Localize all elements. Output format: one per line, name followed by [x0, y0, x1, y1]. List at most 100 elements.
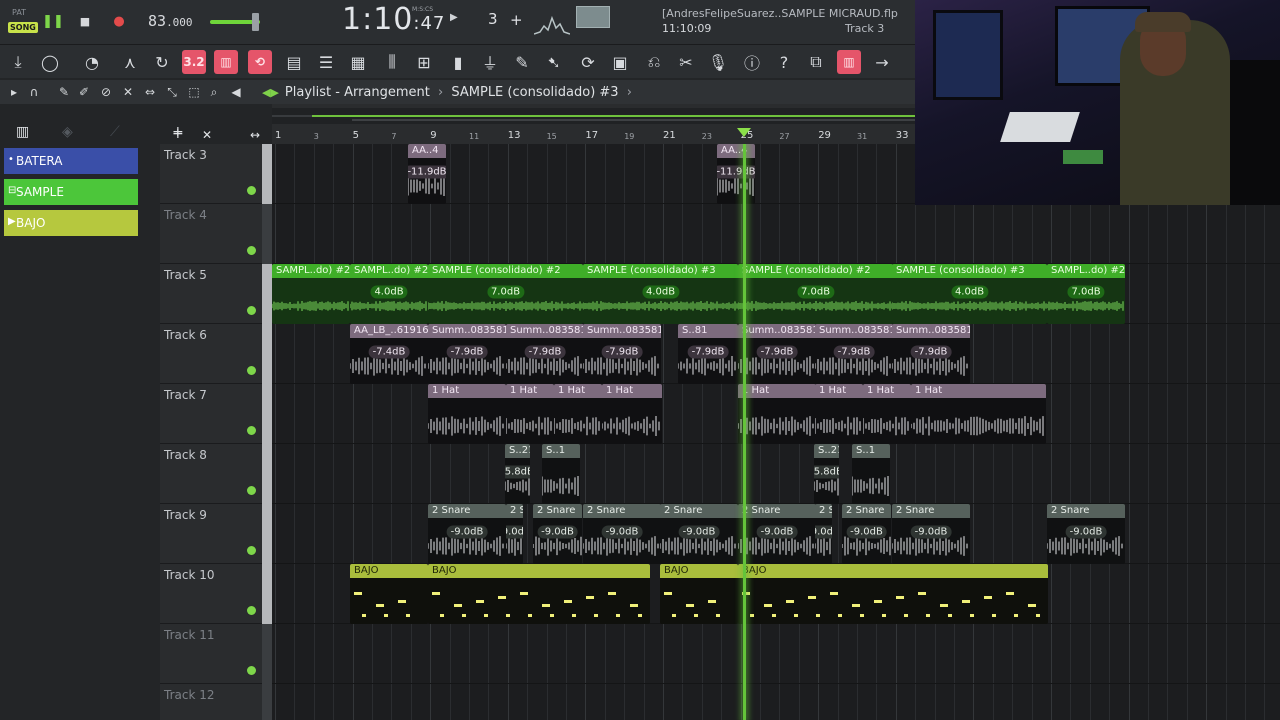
- wait-icon[interactable]: ⋏: [118, 50, 142, 74]
- slip-icon[interactable]: ⇔: [142, 84, 158, 100]
- clip-track9[interactable]: 2 Snare -9.0dB: [428, 504, 506, 564]
- track-lane[interactable]: [272, 684, 1280, 720]
- record-button[interactable]: ●: [110, 12, 128, 30]
- delete-icon[interactable]: ⊘: [98, 84, 114, 100]
- track-name[interactable]: Track 12: [164, 688, 214, 702]
- next-icon[interactable]: →: [870, 50, 894, 74]
- add-track-icon[interactable]: +: [172, 126, 184, 142]
- cut-icon[interactable]: ✂: [674, 50, 698, 74]
- clip-track9[interactable]: 2 Snare -9.0dB: [533, 504, 582, 564]
- clip-track9[interactable]: 2 Snare -9.0dB: [815, 504, 832, 564]
- playhead[interactable]: [743, 144, 746, 720]
- plug-icon[interactable]: ⏚: [478, 50, 502, 74]
- close-icon[interactable]: ✕: [202, 128, 212, 142]
- playlist-grid[interactable]: AA..4 -11.9dB AA..4 -11.9dB SAMPL..do) #2 SAM…: [272, 144, 1280, 720]
- select-icon[interactable]: ⬚: [186, 84, 202, 100]
- track-resize-grip[interactable]: [262, 444, 272, 504]
- track-resize-grip[interactable]: [262, 264, 272, 324]
- clip-track8[interactable]: S..21 -5.8dB: [814, 444, 839, 504]
- save-icon[interactable]: ▣: [608, 50, 632, 74]
- clip-track7[interactable]: 1 Hat: [738, 384, 816, 444]
- clip-track9[interactable]: 2 Snare -9.0dB: [660, 504, 738, 564]
- clip-track10[interactable]: BAJO: [660, 564, 738, 624]
- clip-track9[interactable]: 2 Snare -9.0dB: [842, 504, 891, 564]
- clip-track9[interactable]: 2 Snare -9.0dB: [1047, 504, 1125, 564]
- metronome-icon[interactable]: ◯: [38, 50, 62, 74]
- pattern-color-swatch[interactable]: [576, 6, 610, 28]
- clip-track5[interactable]: SAMPLE (consolidado) #3 4.0dB: [583, 264, 738, 324]
- browser-icon[interactable]: ⊞: [412, 50, 436, 74]
- track-header[interactable]: Track 9: [160, 504, 272, 564]
- pause-button[interactable]: ❚❚: [42, 12, 64, 30]
- track-header[interactable]: Track 10: [160, 564, 272, 624]
- clip-track6[interactable]: Summ..083581 -7.9dB: [428, 324, 506, 384]
- refresh-icon[interactable]: ⟳: [576, 50, 600, 74]
- undo-icon[interactable]: ⎌: [642, 50, 666, 74]
- clip-track8[interactable]: S..1: [852, 444, 890, 504]
- playlist-icon[interactable]: ☰: [314, 50, 338, 74]
- clip-track6[interactable]: Summ..083581 -7.9dB: [815, 324, 893, 384]
- track-enable-led[interactable]: [247, 546, 256, 555]
- track-lane[interactable]: [272, 204, 1280, 264]
- window-icon[interactable]: ⧉: [804, 50, 828, 74]
- track-resize-grip[interactable]: [262, 204, 272, 264]
- loop-record-toggle[interactable]: ⟲: [248, 50, 272, 74]
- track-enable-led[interactable]: [247, 246, 256, 255]
- knob-icon[interactable]: ◔: [80, 50, 104, 74]
- loop-record-icon[interactable]: ↻: [150, 50, 174, 74]
- clip-track5[interactable]: SAMPLE (consolidado) #2 7.0dB: [738, 264, 893, 324]
- clip-track5[interactable]: SAMPLE (consolidado) #3 4.0dB: [892, 264, 1047, 324]
- track-resize-grip[interactable]: [262, 564, 272, 624]
- arrow-icon[interactable]: ➷: [542, 50, 566, 74]
- track-enable-led[interactable]: [247, 366, 256, 375]
- track-enable-led[interactable]: [247, 306, 256, 315]
- track-enable-led[interactable]: [247, 486, 256, 495]
- audio-icon[interactable]: ◈: [62, 124, 73, 140]
- magnet-icon[interactable]: ∩: [26, 84, 42, 100]
- download-icon[interactable]: ⤓: [6, 50, 30, 74]
- track-header[interactable]: Track 6: [160, 324, 272, 384]
- track-resize-grip[interactable]: [262, 624, 272, 684]
- pencil-icon[interactable]: ✎: [56, 84, 72, 100]
- snap-button[interactable]: 3.2: [182, 50, 206, 74]
- track-resize-grip[interactable]: [262, 384, 272, 444]
- plugin-icon[interactable]: ▮: [446, 50, 470, 74]
- mic-icon[interactable]: 🎙: [706, 50, 730, 74]
- track-name[interactable]: Track 8: [164, 448, 207, 462]
- play-arrow-icon[interactable]: ▸: [6, 84, 22, 100]
- window-arrow-icon[interactable]: ◀▶: [262, 86, 279, 99]
- clip-track7[interactable]: 1 Hat: [554, 384, 602, 444]
- brush-icon[interactable]: ✐: [76, 84, 92, 100]
- clip-track3[interactable]: AA..4 -11.9dB: [408, 144, 446, 204]
- clip-track5[interactable]: SAMPL..do) #2 4.0dB: [350, 264, 428, 324]
- pattern-selector[interactable]: ▶ 3 +: [448, 10, 528, 32]
- automation-icon[interactable]: ⟋: [110, 124, 120, 140]
- track-name[interactable]: Track 9: [164, 508, 207, 522]
- track-header[interactable]: Track 11: [160, 624, 272, 684]
- clip-track3[interactable]: AA..4 -11.9dB: [717, 144, 755, 204]
- track-enable-led[interactable]: [247, 666, 256, 675]
- tempo-display[interactable]: 83.000: [148, 12, 193, 30]
- clip-track8[interactable]: S..1: [542, 444, 580, 504]
- clip-track7[interactable]: 1 Hat: [911, 384, 1046, 444]
- keyboard-icon[interactable]: ▥: [837, 50, 861, 74]
- track-name[interactable]: Track 10: [164, 568, 214, 582]
- track-enable-led[interactable]: [247, 186, 256, 195]
- clip-track6[interactable]: AA_LB_..61916 -7.4dB: [350, 324, 428, 384]
- track-header[interactable]: Track 3: [160, 144, 272, 204]
- clip-track7[interactable]: 1 Hat: [428, 384, 506, 444]
- track-enable-led[interactable]: [247, 606, 256, 615]
- pat-song-switch[interactable]: PAT SONG: [6, 6, 38, 36]
- picker-item-batera[interactable]: • BATERA: [4, 148, 138, 174]
- clip-track9[interactable]: 2 Snare -9.0dB: [892, 504, 970, 564]
- track-lane[interactable]: [272, 624, 1280, 684]
- piano-roll-icon[interactable]: ▤: [282, 50, 306, 74]
- slice-icon[interactable]: ⤡: [164, 84, 180, 100]
- track-header[interactable]: Track 7: [160, 384, 272, 444]
- clip-track10[interactable]: BAJO: [738, 564, 1048, 624]
- arrangement-overview[interactable]: [272, 108, 915, 124]
- track-header[interactable]: Track 4: [160, 204, 272, 264]
- track-header[interactable]: Track 12: [160, 684, 272, 720]
- track-name[interactable]: Track 4: [164, 208, 207, 222]
- master-volume-handle[interactable]: [252, 13, 259, 31]
